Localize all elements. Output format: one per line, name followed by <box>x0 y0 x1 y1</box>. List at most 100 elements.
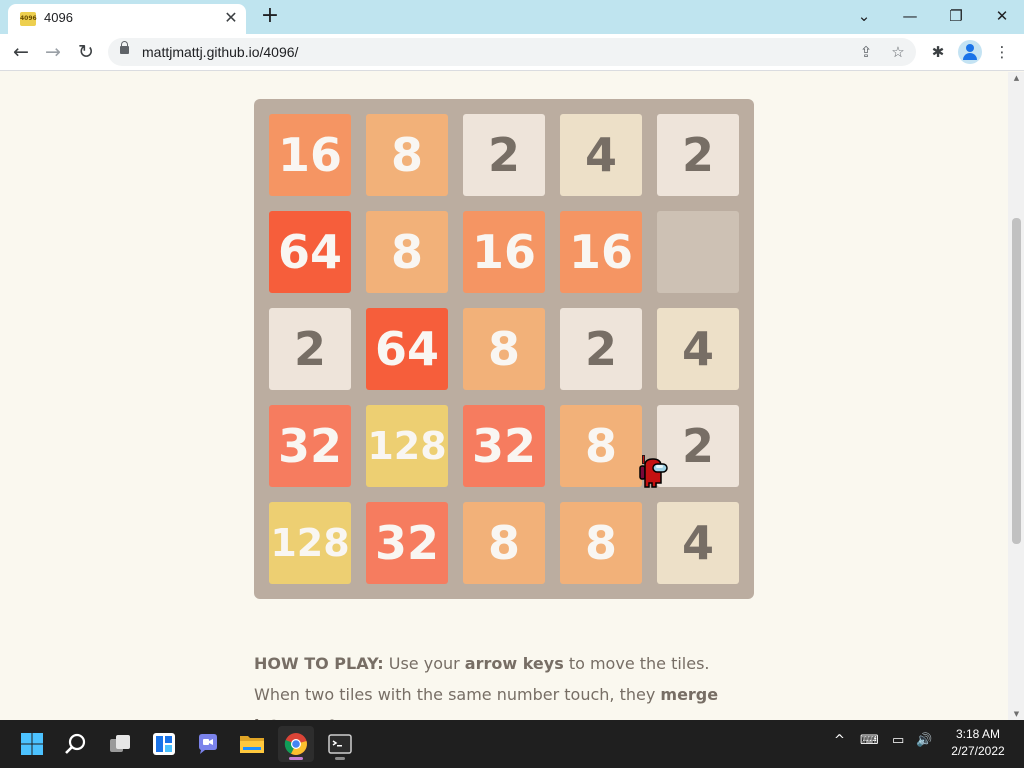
bookmark-star-icon[interactable]: ☆ <box>888 42 908 62</box>
windows-taskbar: ^ ⌨ ▭ 🔊 3:18 AM 2/27/2022 <box>0 720 1024 768</box>
terminal-icon <box>328 734 352 754</box>
minimize-button[interactable]: — <box>896 4 924 28</box>
new-tab-button[interactable]: + <box>258 5 282 29</box>
network-icon[interactable]: ▭ <box>892 733 904 748</box>
file-explorer-button[interactable] <box>234 726 270 762</box>
chat-icon <box>199 734 217 754</box>
profile-avatar[interactable] <box>958 40 982 64</box>
forward-button[interactable]: → <box>40 39 66 65</box>
clock-time: 3:18 AM <box>955 727 1001 741</box>
tile-8: 8 <box>463 502 545 584</box>
system-clock[interactable]: 3:18 AM 2/27/2022 <box>940 726 1016 760</box>
tile-value: 4 <box>681 516 714 570</box>
close-window-button[interactable]: ✕ <box>988 4 1016 28</box>
extensions-icon[interactable]: ✱ <box>926 40 950 64</box>
tile-2: 2 <box>463 114 545 196</box>
task-view-button[interactable] <box>102 726 138 762</box>
start-button[interactable] <box>14 726 50 762</box>
chrome-menu-icon[interactable]: ⋮ <box>990 40 1014 64</box>
tile-4: 4 <box>560 114 642 196</box>
crewmate-cursor-icon <box>639 455 668 488</box>
tile-value: 8 <box>584 516 617 570</box>
tile-64: 64 <box>366 308 448 390</box>
file-explorer-icon <box>240 736 264 753</box>
tile-value: 128 <box>367 424 447 468</box>
address-bar[interactable]: mattjmattj.github.io/4096/ ⇪ ☆ <box>108 38 916 66</box>
tile-2: 2 <box>269 308 351 390</box>
tile-8: 8 <box>560 405 642 487</box>
tile-value: 64 <box>374 322 439 376</box>
tab-close-icon[interactable]: ✕ <box>222 9 240 27</box>
tile-value: 2 <box>584 322 617 376</box>
tile-value: 4 <box>681 322 714 376</box>
tile-value: 16 <box>277 128 342 182</box>
tile-value: 2 <box>681 419 714 473</box>
tile-value: 8 <box>390 225 423 279</box>
tile-value: 2 <box>681 128 714 182</box>
widgets-button[interactable] <box>146 726 182 762</box>
keyboard-icon[interactable]: ⌨ <box>860 733 879 748</box>
browser-toolbar: ← → ↻ mattjmattj.github.io/4096/ ⇪ ☆ ✱ ⋮ <box>0 34 1024 71</box>
tile-value: 32 <box>374 516 439 570</box>
tab-strip: 4096 4096 ✕ + ⌄ — ❐ ✕ <box>0 0 1024 34</box>
tile-128: 128 <box>269 502 351 584</box>
game-board[interactable]: 16 8 2 4 2 64 8 16 16 2 64 8 2 4 32 128 32 8 2 128 32 8 8 4 <box>254 99 754 599</box>
url-text[interactable]: mattjmattj.github.io/4096/ <box>142 44 298 60</box>
scroll-down-arrow-icon[interactable]: ▼ <box>1012 710 1021 718</box>
browser-tab[interactable]: 4096 4096 ✕ <box>8 4 246 34</box>
clock-date: 2/27/2022 <box>951 744 1005 758</box>
tile-128: 128 <box>366 405 448 487</box>
tile-value: 64 <box>277 225 342 279</box>
chrome-icon <box>284 733 307 755</box>
chat-button[interactable] <box>190 726 226 762</box>
active-app-indicator <box>289 757 303 760</box>
start-icon <box>21 733 43 755</box>
tile-value: 16 <box>471 225 536 279</box>
tile-2: 2 <box>560 308 642 390</box>
volume-icon[interactable]: 🔊 <box>916 733 932 748</box>
reload-button[interactable]: ↻ <box>73 39 99 65</box>
tile-8: 8 <box>366 114 448 196</box>
page-content: 16 8 2 4 2 64 8 16 16 2 64 8 2 4 32 128 32 8 2 128 32 8 8 4 HOW… <box>0 72 1008 720</box>
tile-value: 8 <box>487 322 520 376</box>
chrome-taskbar-button[interactable] <box>278 726 314 762</box>
tile-value: 32 <box>277 419 342 473</box>
back-button[interactable]: ← <box>8 39 34 65</box>
tile-8: 8 <box>560 502 642 584</box>
search-button[interactable] <box>58 726 94 762</box>
tile-value: 8 <box>390 128 423 182</box>
tile-value: 4 <box>584 128 617 182</box>
tile-16: 16 <box>269 114 351 196</box>
tile-value: 8 <box>584 419 617 473</box>
tile-16: 16 <box>463 211 545 293</box>
tile-32: 32 <box>269 405 351 487</box>
tile-2: 2 <box>657 114 739 196</box>
tile-32: 32 <box>366 502 448 584</box>
tile-8: 8 <box>366 211 448 293</box>
tile-value: 2 <box>293 322 326 376</box>
favicon-icon: 4096 <box>20 12 37 26</box>
lock-icon[interactable] <box>120 41 129 54</box>
tab-title: 4096 <box>44 10 73 25</box>
tile-value: 8 <box>487 516 520 570</box>
running-app-indicator <box>335 757 345 760</box>
scrollbar-thumb[interactable] <box>1012 218 1021 544</box>
terminal-button[interactable] <box>322 726 358 762</box>
widgets-icon <box>153 733 175 755</box>
tile-4: 4 <box>657 308 739 390</box>
page-scrollbar[interactable]: ▲ ▼ <box>1008 72 1024 720</box>
tray-overflow-chevron-icon[interactable]: ^ <box>834 733 845 748</box>
share-icon[interactable]: ⇪ <box>856 42 876 62</box>
tile-16: 16 <box>560 211 642 293</box>
tile-value: 16 <box>568 225 633 279</box>
how-to-play-label: HOW TO PLAY: <box>254 654 384 673</box>
tile-8: 8 <box>463 308 545 390</box>
tile-value: 32 <box>471 419 536 473</box>
restore-button[interactable]: ❐ <box>942 4 970 28</box>
empty-cell <box>657 211 739 293</box>
tile-value: 2 <box>487 128 520 182</box>
tile-4: 4 <box>657 502 739 584</box>
scroll-up-arrow-icon[interactable]: ▲ <box>1012 74 1021 82</box>
tab-search-icon[interactable]: ⌄ <box>850 4 878 28</box>
search-icon <box>65 733 86 754</box>
